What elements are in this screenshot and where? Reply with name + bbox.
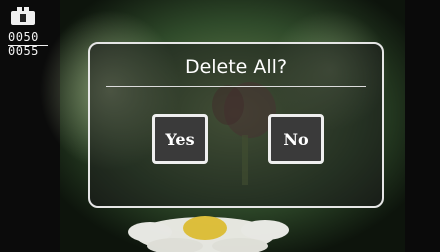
shot-counter-total: 0055	[8, 44, 39, 58]
yes-button[interactable]: Yes	[152, 114, 208, 164]
no-button[interactable]: No	[268, 114, 324, 164]
dialog-divider	[106, 86, 366, 87]
delete-all-dialog: Delete All? Yes No	[88, 42, 384, 208]
camera-icon	[11, 7, 35, 25]
dialog-title: Delete All?	[184, 56, 288, 78]
camera-screen: 0050 0055 Delete All? Yes No	[0, 0, 440, 252]
